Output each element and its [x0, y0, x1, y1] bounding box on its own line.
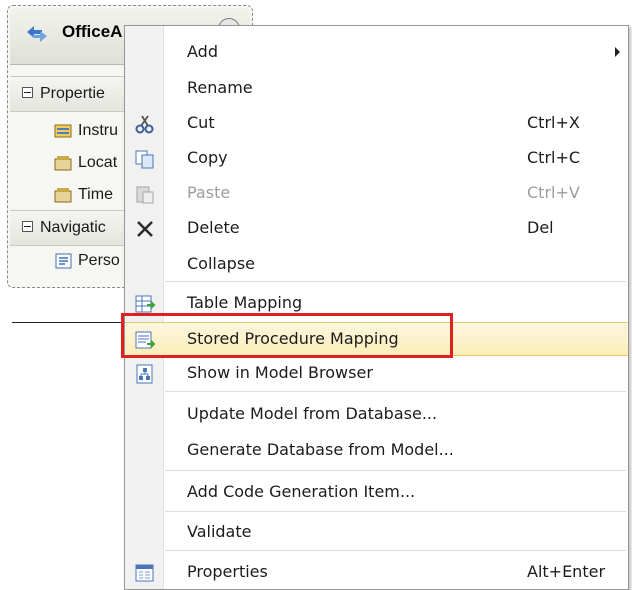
property-name: Instru	[78, 122, 119, 139]
menu-item-update-model[interactable]: Update Model from Database...	[125, 398, 628, 430]
navigation-section-label: Navigatic	[40, 219, 106, 236]
copy-icon	[135, 150, 154, 169]
scissors-icon	[135, 115, 154, 134]
menu-item-show-in-model-browser[interactable]: Show in Model Browser	[125, 357, 628, 389]
menu-item-label: Generate Database from Model...	[187, 440, 454, 459]
navigation-property-name: Perso	[78, 252, 120, 269]
annotation-highlight-box	[121, 313, 453, 358]
key-property-icon	[54, 124, 72, 138]
menu-item-generate-database[interactable]: Generate Database from Model...	[125, 434, 628, 466]
delete-x-icon	[137, 221, 153, 237]
navigation-property-icon	[55, 253, 72, 269]
menu-item-rename[interactable]: Rename	[125, 72, 628, 104]
menu-item-copy[interactable]: Copy Ctrl+C	[125, 142, 628, 174]
menu-separator	[165, 511, 626, 512]
menu-item-properties[interactable]: Properties Alt+Enter	[125, 556, 628, 588]
menu-item-label: Table Mapping	[187, 293, 303, 312]
properties-icon	[135, 564, 154, 582]
menu-item-label: Update Model from Database...	[187, 404, 438, 423]
menu-item-label: Paste	[187, 183, 231, 202]
menu-separator	[165, 550, 626, 551]
menu-item-label: Properties	[187, 562, 268, 581]
properties-section-label: Propertie	[40, 85, 105, 102]
menu-item-add[interactable]: Add	[125, 36, 628, 68]
paste-icon	[136, 186, 154, 204]
menu-item-shortcut: Alt+Enter	[527, 562, 606, 581]
menu-item-shortcut: Ctrl+V	[527, 183, 580, 202]
menu-item-shortcut: Del	[527, 218, 554, 237]
menu-item-label: Cut	[187, 113, 215, 132]
menu-item-validate[interactable]: Validate	[125, 516, 628, 548]
property-name: Locat	[78, 154, 118, 171]
menu-item-shortcut: Ctrl+C	[527, 148, 581, 167]
model-browser-icon	[136, 364, 153, 384]
menu-separator	[165, 470, 626, 471]
menu-item-label: Show in Model Browser	[187, 363, 373, 382]
collapse-toggle-icon[interactable]	[22, 87, 33, 98]
menu-item-paste[interactable]: Paste Ctrl+V	[125, 177, 628, 209]
menu-item-collapse[interactable]: Collapse	[125, 248, 628, 280]
submenu-arrow-icon	[615, 47, 620, 57]
menu-item-label: Add Code Generation Item...	[187, 482, 416, 501]
menu-item-cut[interactable]: Cut Ctrl+X	[125, 107, 628, 139]
menu-item-label: Validate	[187, 522, 252, 541]
menu-item-shortcut: Ctrl+X	[527, 113, 580, 132]
menu-item-label: Delete	[187, 218, 240, 237]
menu-item-delete[interactable]: Delete Del	[125, 212, 628, 244]
entity-title: OfficeA	[62, 22, 123, 41]
menu-item-label: Collapse	[187, 254, 255, 273]
table-mapping-icon	[135, 295, 156, 313]
context-menu[interactable]: Add Rename Cut Ctrl+X Copy Ctrl+C Paste …	[124, 25, 629, 590]
property-icon	[54, 188, 72, 203]
collapse-toggle-icon[interactable]	[22, 221, 33, 232]
menu-item-label: Add	[187, 42, 218, 61]
property-icon	[54, 156, 72, 171]
menu-item-label: Rename	[187, 78, 253, 97]
property-name: Time	[78, 186, 113, 203]
menu-separator	[165, 281, 626, 282]
menu-item-label: Copy	[187, 148, 228, 167]
menu-separator	[165, 391, 626, 392]
entity-type-icon	[27, 26, 47, 42]
connector-line	[12, 322, 128, 323]
menu-item-add-code-generation[interactable]: Add Code Generation Item...	[125, 476, 628, 508]
